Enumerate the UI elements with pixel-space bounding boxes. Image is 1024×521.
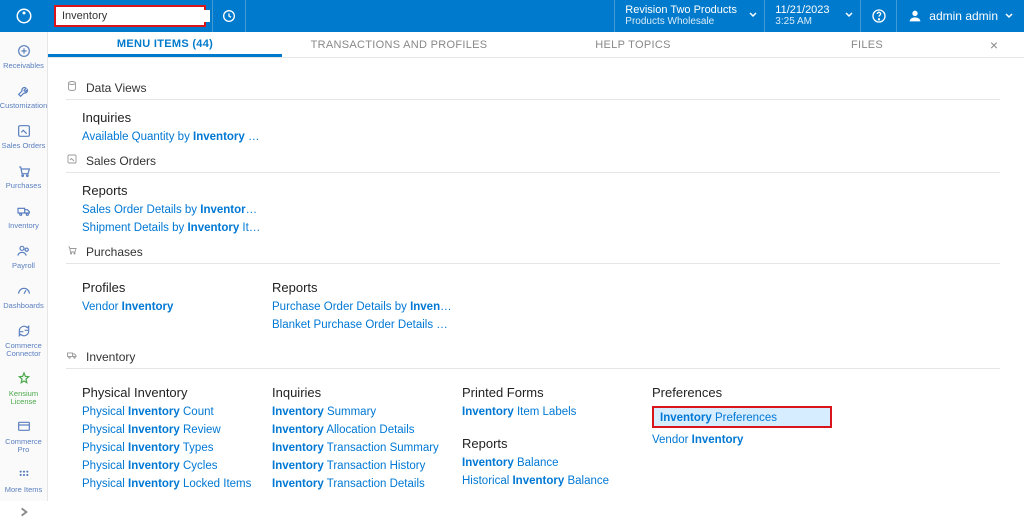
user-name: admin admin (929, 9, 998, 23)
link-list: Available Quantity by Inventory … (82, 131, 1000, 143)
tab-menu-items[interactable]: MENU ITEMS (44) (48, 38, 282, 57)
sidebar-expand[interactable] (18, 506, 30, 521)
subhead: Reports (82, 183, 1000, 198)
people-icon (15, 242, 33, 260)
close-icon[interactable]: × (984, 37, 1004, 57)
result-link[interactable]: Inventory Transaction History (272, 460, 452, 472)
tab-help[interactable]: HELP TOPICS (516, 39, 750, 57)
result-link[interactable]: Vendor Inventory (82, 301, 262, 313)
result-link[interactable]: Inventory Transaction Summary (272, 442, 452, 454)
section-purchases: Purchases (66, 244, 1000, 264)
result-link[interactable]: Historical Inventory Balance (462, 475, 642, 487)
result-link[interactable]: Purchase Order Details by Inven… (272, 301, 472, 313)
grid-icon (15, 466, 33, 484)
truck-icon (66, 349, 78, 364)
sidebar-item-commerce-connector[interactable]: Commerce Connector (2, 322, 46, 358)
subhead: Physical Inventory (82, 385, 262, 400)
tab-files[interactable]: FILES (750, 39, 984, 57)
sidebar-item-dashboards[interactable]: Dashboards (2, 282, 46, 310)
result-link[interactable]: Inventory Balance (462, 457, 642, 469)
subhead: Reports (462, 436, 642, 451)
result-link[interactable]: Inventory Allocation Details (272, 424, 452, 436)
section-inventory: Inventory (66, 349, 1000, 369)
result-link[interactable]: Inventory Transaction Details (272, 478, 452, 490)
result-link[interactable]: Sales Order Details by Inventor… (82, 204, 1000, 216)
result-link[interactable]: Shipment Details by Inventory It… (82, 222, 1000, 234)
company-selector[interactable]: Revision Two Products Products Wholesale (614, 0, 764, 32)
date-selector[interactable]: 11/21/2023 3:25 AM (764, 0, 860, 32)
cart-icon (15, 162, 33, 180)
sidebar-item-kensium-license[interactable]: Kensium License (2, 370, 46, 406)
sidebar-item-customization[interactable]: Customization (2, 82, 46, 110)
sidebar-item-salesorders[interactable]: Sales Orders (2, 122, 46, 150)
result-link[interactable]: Inventory Preferences (660, 412, 777, 424)
gauge-icon (15, 282, 33, 300)
database-icon (66, 80, 78, 95)
result-link[interactable]: Physical Inventory Types (82, 442, 262, 454)
link-list: Physical Inventory Count Physical Invento… (82, 406, 262, 490)
star-icon (15, 370, 33, 388)
link-list: Purchase Order Details by Inven… Blanket … (272, 301, 472, 331)
result-link[interactable]: Physical Inventory Review (82, 424, 262, 436)
link-list: Inventory Preferences Vendor Inventory (652, 406, 832, 446)
truck-icon (15, 202, 33, 220)
window-icon (15, 418, 33, 436)
plus-circle-icon (15, 42, 33, 60)
result-link[interactable]: Physical Inventory Count (82, 406, 262, 418)
sidebar-item-commerce-pro[interactable]: Commerce Pro (2, 418, 46, 454)
history-button[interactable] (212, 0, 246, 32)
result-link[interactable]: Physical Inventory Cycles (82, 460, 262, 472)
tabs: MENU ITEMS (44) TRANSACTIONS AND PROFILE… (48, 32, 1024, 58)
link-list: Vendor Inventory (82, 301, 262, 313)
link-list: Inventory Balance Historical Inventory Ba… (462, 457, 642, 487)
sidebar-item-more[interactable]: More Items (2, 466, 46, 494)
result-link[interactable]: Physical Inventory Locked Items (82, 478, 262, 490)
subhead: Preferences (652, 385, 832, 400)
app-logo[interactable] (0, 0, 48, 32)
content: MENU ITEMS (44) TRANSACTIONS AND PROFILE… (48, 32, 1024, 501)
business-date: 11/21/2023 (775, 4, 838, 16)
edit-icon (15, 122, 33, 140)
section-dataviews: Data Views (66, 80, 1000, 100)
topbar: Revision Two Products Products Wholesale… (0, 0, 1024, 32)
result-link[interactable]: Inventory Item Labels (462, 406, 642, 418)
result-link[interactable]: Available Quantity by Inventory … (82, 131, 1000, 143)
subhead: Inquiries (82, 110, 1000, 125)
link-list: Inventory Summary Inventory Allocation De… (272, 406, 452, 490)
tab-transactions[interactable]: TRANSACTIONS AND PROFILES (282, 39, 516, 57)
link-list: Sales Order Details by Inventor… Shipment… (82, 204, 1000, 234)
subhead: Printed Forms (462, 385, 642, 400)
user-menu[interactable]: admin admin (896, 0, 1024, 32)
edit-icon (66, 153, 78, 168)
company-sub: Products Wholesale (625, 16, 742, 28)
subhead: Profiles (82, 280, 262, 295)
help-button[interactable] (860, 0, 896, 32)
result-link[interactable]: Blanket Purchase Order Details … (272, 319, 472, 331)
business-time: 3:25 AM (775, 16, 838, 28)
sync-icon (15, 322, 33, 340)
subhead: Inquiries (272, 385, 452, 400)
sidebar-item-inventory[interactable]: Inventory (2, 202, 46, 230)
sidebar: Receivables Customization Sales Orders P… (0, 32, 48, 501)
cart-icon (66, 244, 78, 259)
sidebar-item-receivables[interactable]: Receivables (2, 42, 46, 70)
search-box[interactable] (54, 5, 206, 27)
sidebar-item-payroll[interactable]: Payroll (2, 242, 46, 270)
company-name: Revision Two Products (625, 4, 742, 16)
chevron-down-icon (1004, 11, 1014, 21)
chevron-down-icon (748, 10, 758, 24)
wrench-icon (15, 82, 33, 100)
results-scroll[interactable]: Data Views Inquiries Available Quantity … (48, 58, 1024, 501)
sidebar-item-purchases[interactable]: Purchases (2, 162, 46, 190)
result-link[interactable]: Inventory Summary (272, 406, 452, 418)
result-link[interactable]: Vendor Inventory (652, 434, 832, 446)
section-salesorders: Sales Orders (66, 153, 1000, 173)
link-list: Inventory Item Labels (462, 406, 642, 418)
chevron-down-icon (844, 10, 854, 24)
search-input[interactable] (56, 10, 210, 22)
subhead: Reports (272, 280, 472, 295)
